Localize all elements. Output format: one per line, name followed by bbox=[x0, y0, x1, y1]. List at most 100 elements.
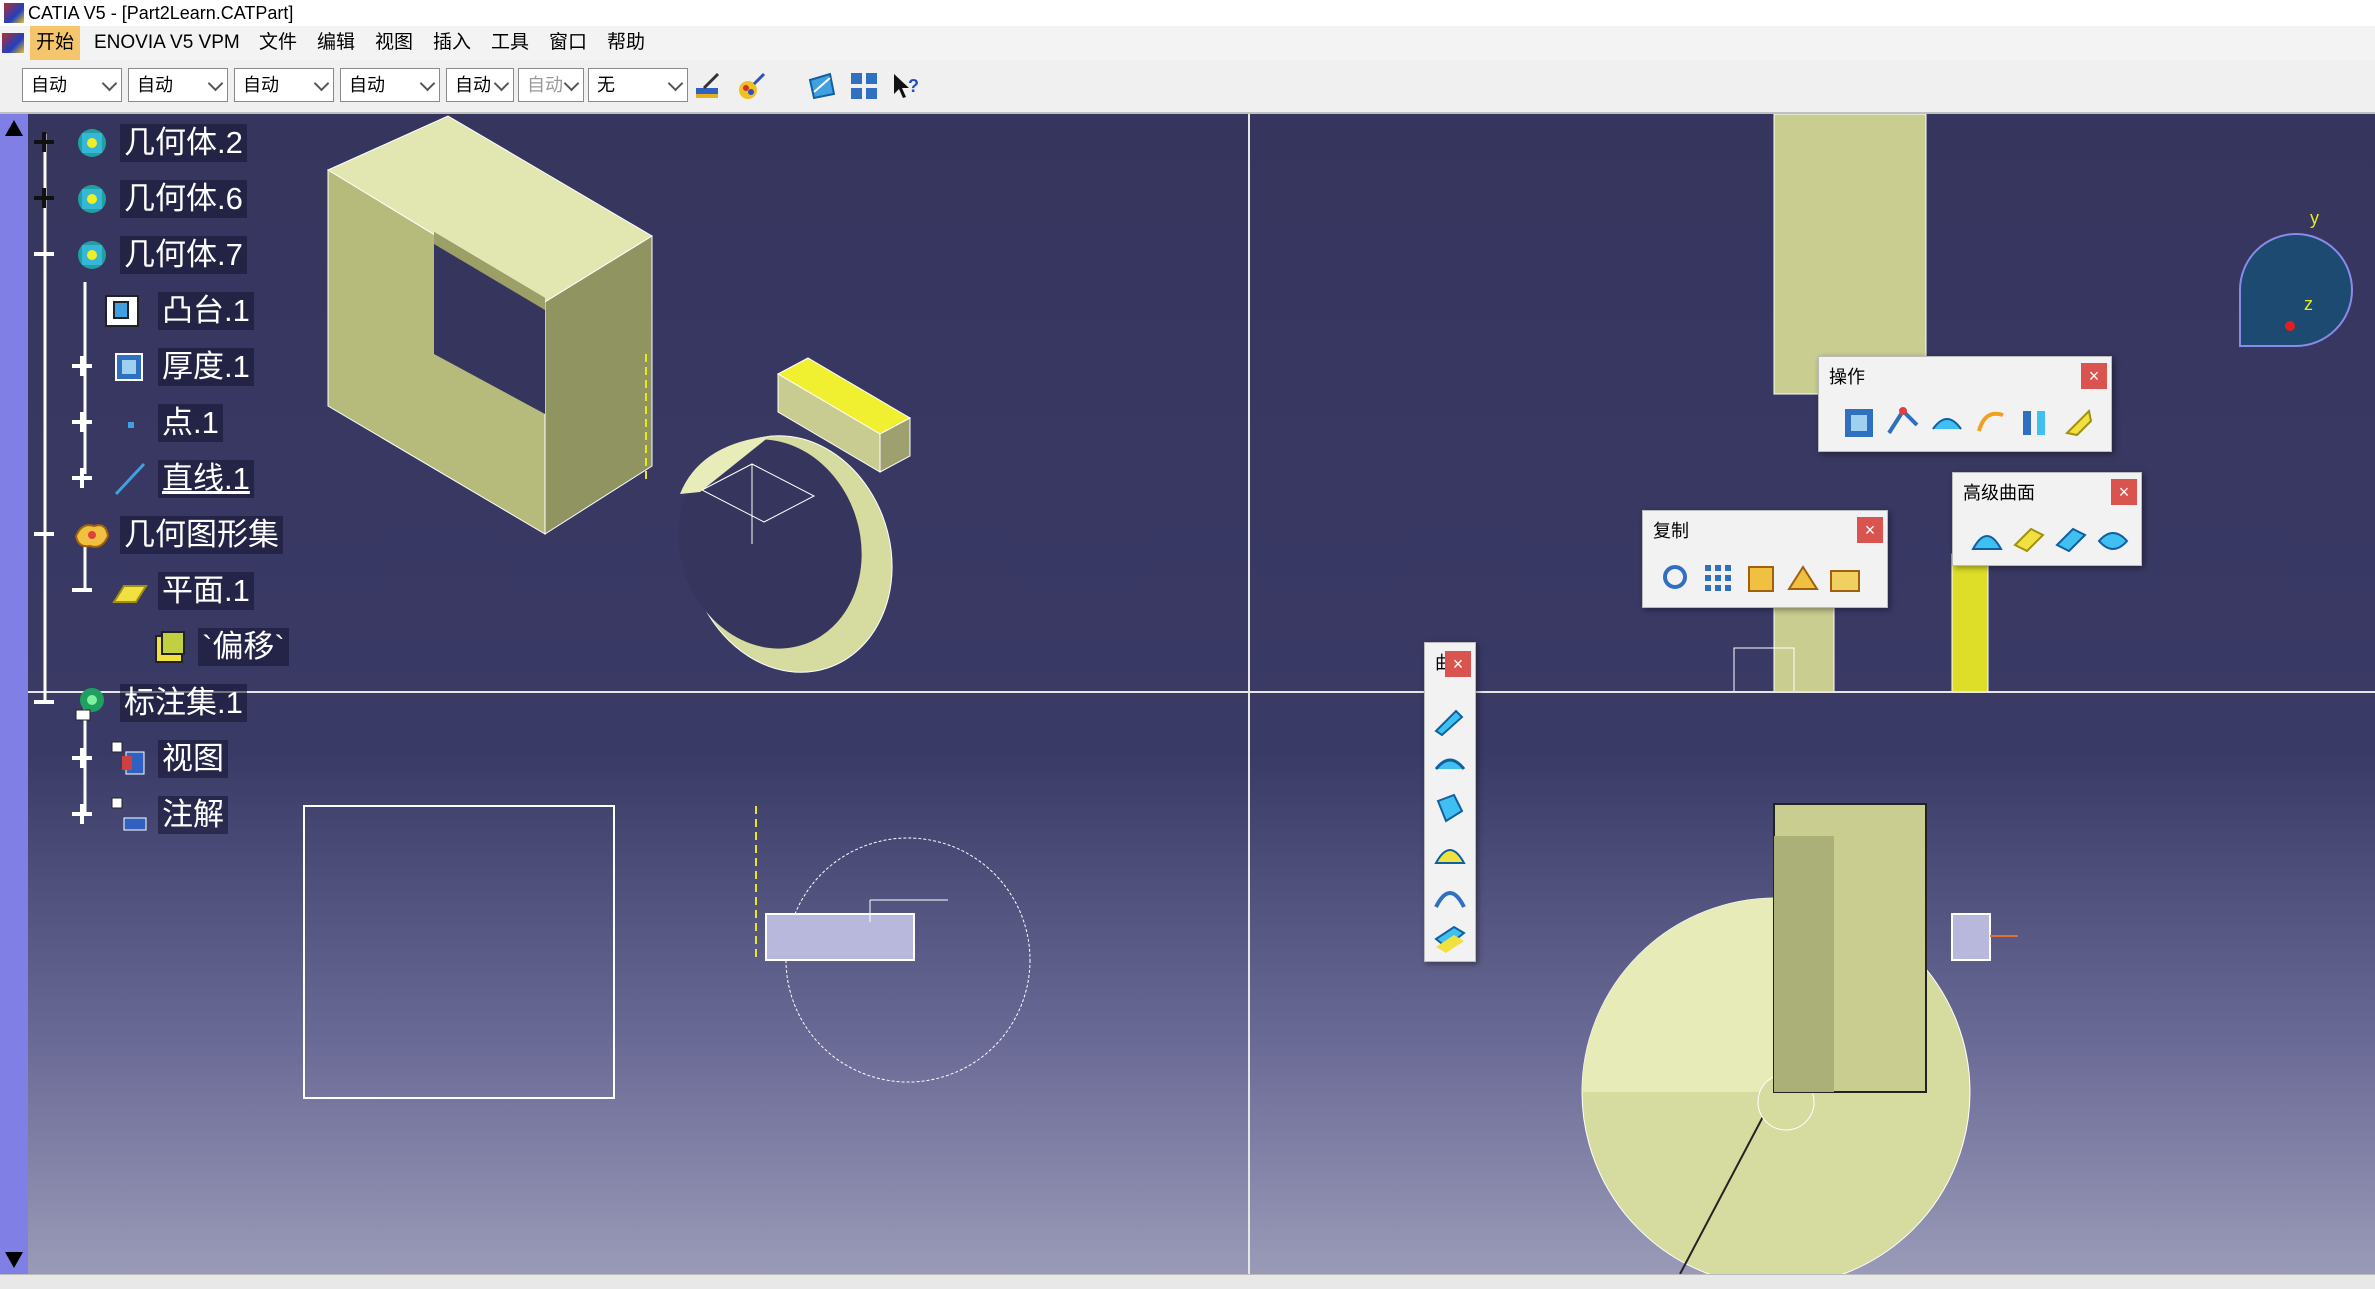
sketch-rectangle bbox=[765, 913, 915, 961]
menu-insert[interactable]: 插入 bbox=[427, 26, 477, 60]
object-repetition-icon[interactable] bbox=[1659, 561, 1695, 597]
graphic-properties-toolbar: 自动 自动 自动 自动 自动 自动 无 ? bbox=[0, 60, 2375, 114]
collapse-minus-icon[interactable] bbox=[34, 244, 54, 264]
expand-plus-icon[interactable] bbox=[34, 188, 54, 208]
scroll-down-arrow-icon[interactable] bbox=[5, 1252, 23, 1268]
join-icon[interactable] bbox=[1841, 405, 1877, 441]
rectangular-pattern-icon[interactable] bbox=[1701, 561, 1737, 597]
advanced-surfaces-toolbar[interactable]: 高级曲面 × bbox=[1952, 472, 2142, 566]
fill-icon[interactable] bbox=[1432, 879, 1468, 915]
grid-mode-icon[interactable] bbox=[848, 70, 880, 102]
tree-node-annotations[interactable]: 注解 bbox=[70, 794, 430, 836]
line-type-combo-value: 自动 bbox=[349, 75, 385, 95]
close-icon[interactable]: × bbox=[2081, 363, 2107, 389]
wrap-curve-icon[interactable] bbox=[2011, 521, 2047, 557]
tree-node-thickness-1[interactable]: 厚度.1 bbox=[70, 346, 430, 388]
replication-toolbar[interactable]: 复制 × bbox=[1642, 510, 1888, 608]
operations-toolbar-title: 操作 bbox=[1829, 367, 1865, 387]
menu-start[interactable]: 开始 bbox=[30, 26, 81, 60]
tree-label: 标注集.1 bbox=[120, 684, 247, 722]
3d-viewport[interactable]: y z 几何体.2 几何体.6 几何体.7 凸台.1 厚度.1 点.1 直线.1… bbox=[0, 114, 2375, 1274]
expand-plus-icon[interactable] bbox=[34, 132, 54, 152]
window-title: CATIA V5 - [Part2Learn.CATPart] bbox=[28, 3, 294, 23]
menu-enovia[interactable]: ENOVIA V5 VPM bbox=[88, 26, 246, 60]
close-icon[interactable]: × bbox=[1445, 651, 1471, 677]
tree-node-offset[interactable]: `偏移` bbox=[110, 626, 430, 668]
catalog-icon[interactable] bbox=[1827, 561, 1863, 597]
menu-bar: 开始 ENOVIA V5 VPM 文件 编辑 视图 插入 工具 窗口 帮助 bbox=[0, 26, 2375, 60]
compass[interactable]: y z bbox=[2238, 200, 2368, 380]
body-icon bbox=[78, 185, 106, 213]
catia-menu-icon[interactable] bbox=[2, 33, 24, 53]
close-icon[interactable]: × bbox=[1857, 517, 1883, 543]
expand-plus-icon[interactable] bbox=[72, 468, 92, 488]
tree-node-body-2[interactable]: 几何体.2 bbox=[32, 122, 432, 164]
tree-node-body-7[interactable]: 几何体.7 bbox=[32, 234, 432, 276]
rendering-combo: 自动 bbox=[518, 68, 584, 102]
expand-plus-icon[interactable] bbox=[72, 356, 92, 376]
geometrical-set-icon bbox=[74, 524, 110, 548]
tree-node-body-6[interactable]: 几何体.6 bbox=[32, 178, 432, 220]
tree-label: 几何体.7 bbox=[120, 236, 247, 274]
fillet-icon[interactable] bbox=[2017, 405, 2053, 441]
catia-app-icon bbox=[4, 3, 24, 23]
extract-icon[interactable] bbox=[1973, 405, 2009, 441]
boundary-icon[interactable] bbox=[1929, 405, 1965, 441]
point-type-combo[interactable]: 自动 bbox=[446, 68, 514, 102]
menu-edit[interactable]: 编辑 bbox=[311, 26, 361, 60]
body-icon bbox=[78, 129, 106, 157]
yellow-post bbox=[1951, 553, 1989, 693]
close-icon[interactable]: × bbox=[2111, 479, 2137, 505]
expand-plus-icon[interactable] bbox=[72, 748, 92, 768]
menu-file[interactable]: 文件 bbox=[253, 26, 303, 60]
tree-node-geometrical-set[interactable]: 几何图形集 bbox=[32, 514, 432, 556]
advanced-surfaces-toolbar-title: 高级曲面 bbox=[1963, 483, 2035, 503]
transform-icon[interactable] bbox=[2061, 405, 2097, 441]
tree-node-line-1[interactable]: 直线.1 bbox=[70, 458, 430, 500]
menu-tools[interactable]: 工具 bbox=[485, 26, 535, 60]
bump-icon[interactable] bbox=[1969, 521, 2005, 557]
line-type-combo[interactable]: 自动 bbox=[340, 68, 440, 102]
operations-toolbar[interactable]: 操作 × bbox=[1818, 356, 2112, 452]
color-combo[interactable]: 自动 bbox=[22, 68, 122, 102]
view-normal-icon[interactable] bbox=[806, 70, 838, 102]
transparency-combo[interactable]: 自动 bbox=[128, 68, 228, 102]
menu-view[interactable]: 视图 bbox=[369, 26, 419, 60]
collapse-minus-icon[interactable] bbox=[34, 692, 54, 712]
surfaces-vertical-toolbar[interactable]: 曲 × bbox=[1424, 642, 1476, 962]
shape-morphing-icon[interactable] bbox=[2095, 521, 2131, 557]
tree-label: 厚度.1 bbox=[158, 348, 254, 386]
expand-plus-icon[interactable] bbox=[72, 804, 92, 824]
line-thickness-combo[interactable]: 自动 bbox=[234, 68, 334, 102]
tree-label: 平面.1 bbox=[158, 572, 254, 610]
tree-node-pad-1[interactable]: 凸台.1 bbox=[70, 290, 430, 332]
collapse-minus-icon[interactable] bbox=[34, 524, 54, 544]
transparency-combo-value: 自动 bbox=[137, 75, 173, 95]
color-combo-value: 自动 bbox=[31, 75, 67, 95]
tree-node-views[interactable]: 视图 bbox=[70, 738, 430, 780]
extrude-icon[interactable] bbox=[1432, 703, 1468, 739]
whats-this-help-icon[interactable]: ? bbox=[890, 70, 922, 102]
menu-window[interactable]: 窗口 bbox=[543, 26, 593, 60]
chevron-down-icon bbox=[419, 75, 436, 92]
sweep-icon[interactable] bbox=[1432, 835, 1468, 871]
collapse-minus-icon[interactable] bbox=[72, 580, 92, 600]
instantiate-icon[interactable] bbox=[1785, 561, 1821, 597]
disc-highlight bbox=[1582, 898, 1776, 1092]
power-copy-icon[interactable] bbox=[1743, 561, 1779, 597]
revolve-icon[interactable] bbox=[1432, 747, 1468, 783]
menu-help[interactable]: 帮助 bbox=[601, 26, 651, 60]
tree-node-annotation-set[interactable]: 标注集.1 bbox=[32, 682, 432, 724]
expand-plus-icon[interactable] bbox=[72, 412, 92, 432]
chevron-down-icon bbox=[101, 75, 118, 92]
split-icon[interactable] bbox=[1885, 405, 1921, 441]
layer-combo[interactable]: 无 bbox=[588, 68, 688, 102]
paint-brush-icon[interactable] bbox=[692, 70, 724, 102]
tree-node-plane-1[interactable]: 平面.1 bbox=[70, 570, 430, 612]
wrap-surface-icon[interactable] bbox=[2053, 521, 2089, 557]
color-palette-icon[interactable] bbox=[736, 70, 768, 102]
blend-icon[interactable] bbox=[1432, 919, 1468, 955]
offset-surface-icon[interactable] bbox=[1432, 791, 1468, 827]
point-type-combo-value: 自动 bbox=[455, 75, 491, 95]
tree-node-point-1[interactable]: 点.1 bbox=[70, 402, 430, 444]
